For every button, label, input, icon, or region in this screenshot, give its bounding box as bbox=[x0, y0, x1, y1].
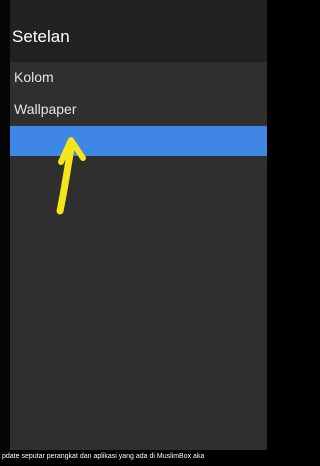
menu-item-wallpaper[interactable]: Wallpaper bbox=[10, 94, 267, 124]
menu-item-kolom[interactable]: Kolom bbox=[10, 62, 267, 92]
menu-item-label: Kolom bbox=[14, 69, 54, 85]
page-title: Setelan bbox=[12, 27, 70, 46]
menu-item-highlighted[interactable] bbox=[10, 126, 267, 156]
caption-text: pdate seputar perangkat dan aplikasi yan… bbox=[2, 453, 205, 460]
app-header: Setelan bbox=[10, 0, 267, 62]
menu-item-label: Wallpaper bbox=[14, 101, 77, 117]
screenshot-frame: Setelan Kolom Wallpaper pdate seputar pe… bbox=[0, 0, 267, 466]
caption-bar: pdate seputar perangkat dan aplikasi yan… bbox=[0, 450, 267, 466]
left-edge-strip bbox=[0, 0, 10, 450]
settings-panel: Setelan Kolom Wallpaper bbox=[10, 0, 267, 450]
